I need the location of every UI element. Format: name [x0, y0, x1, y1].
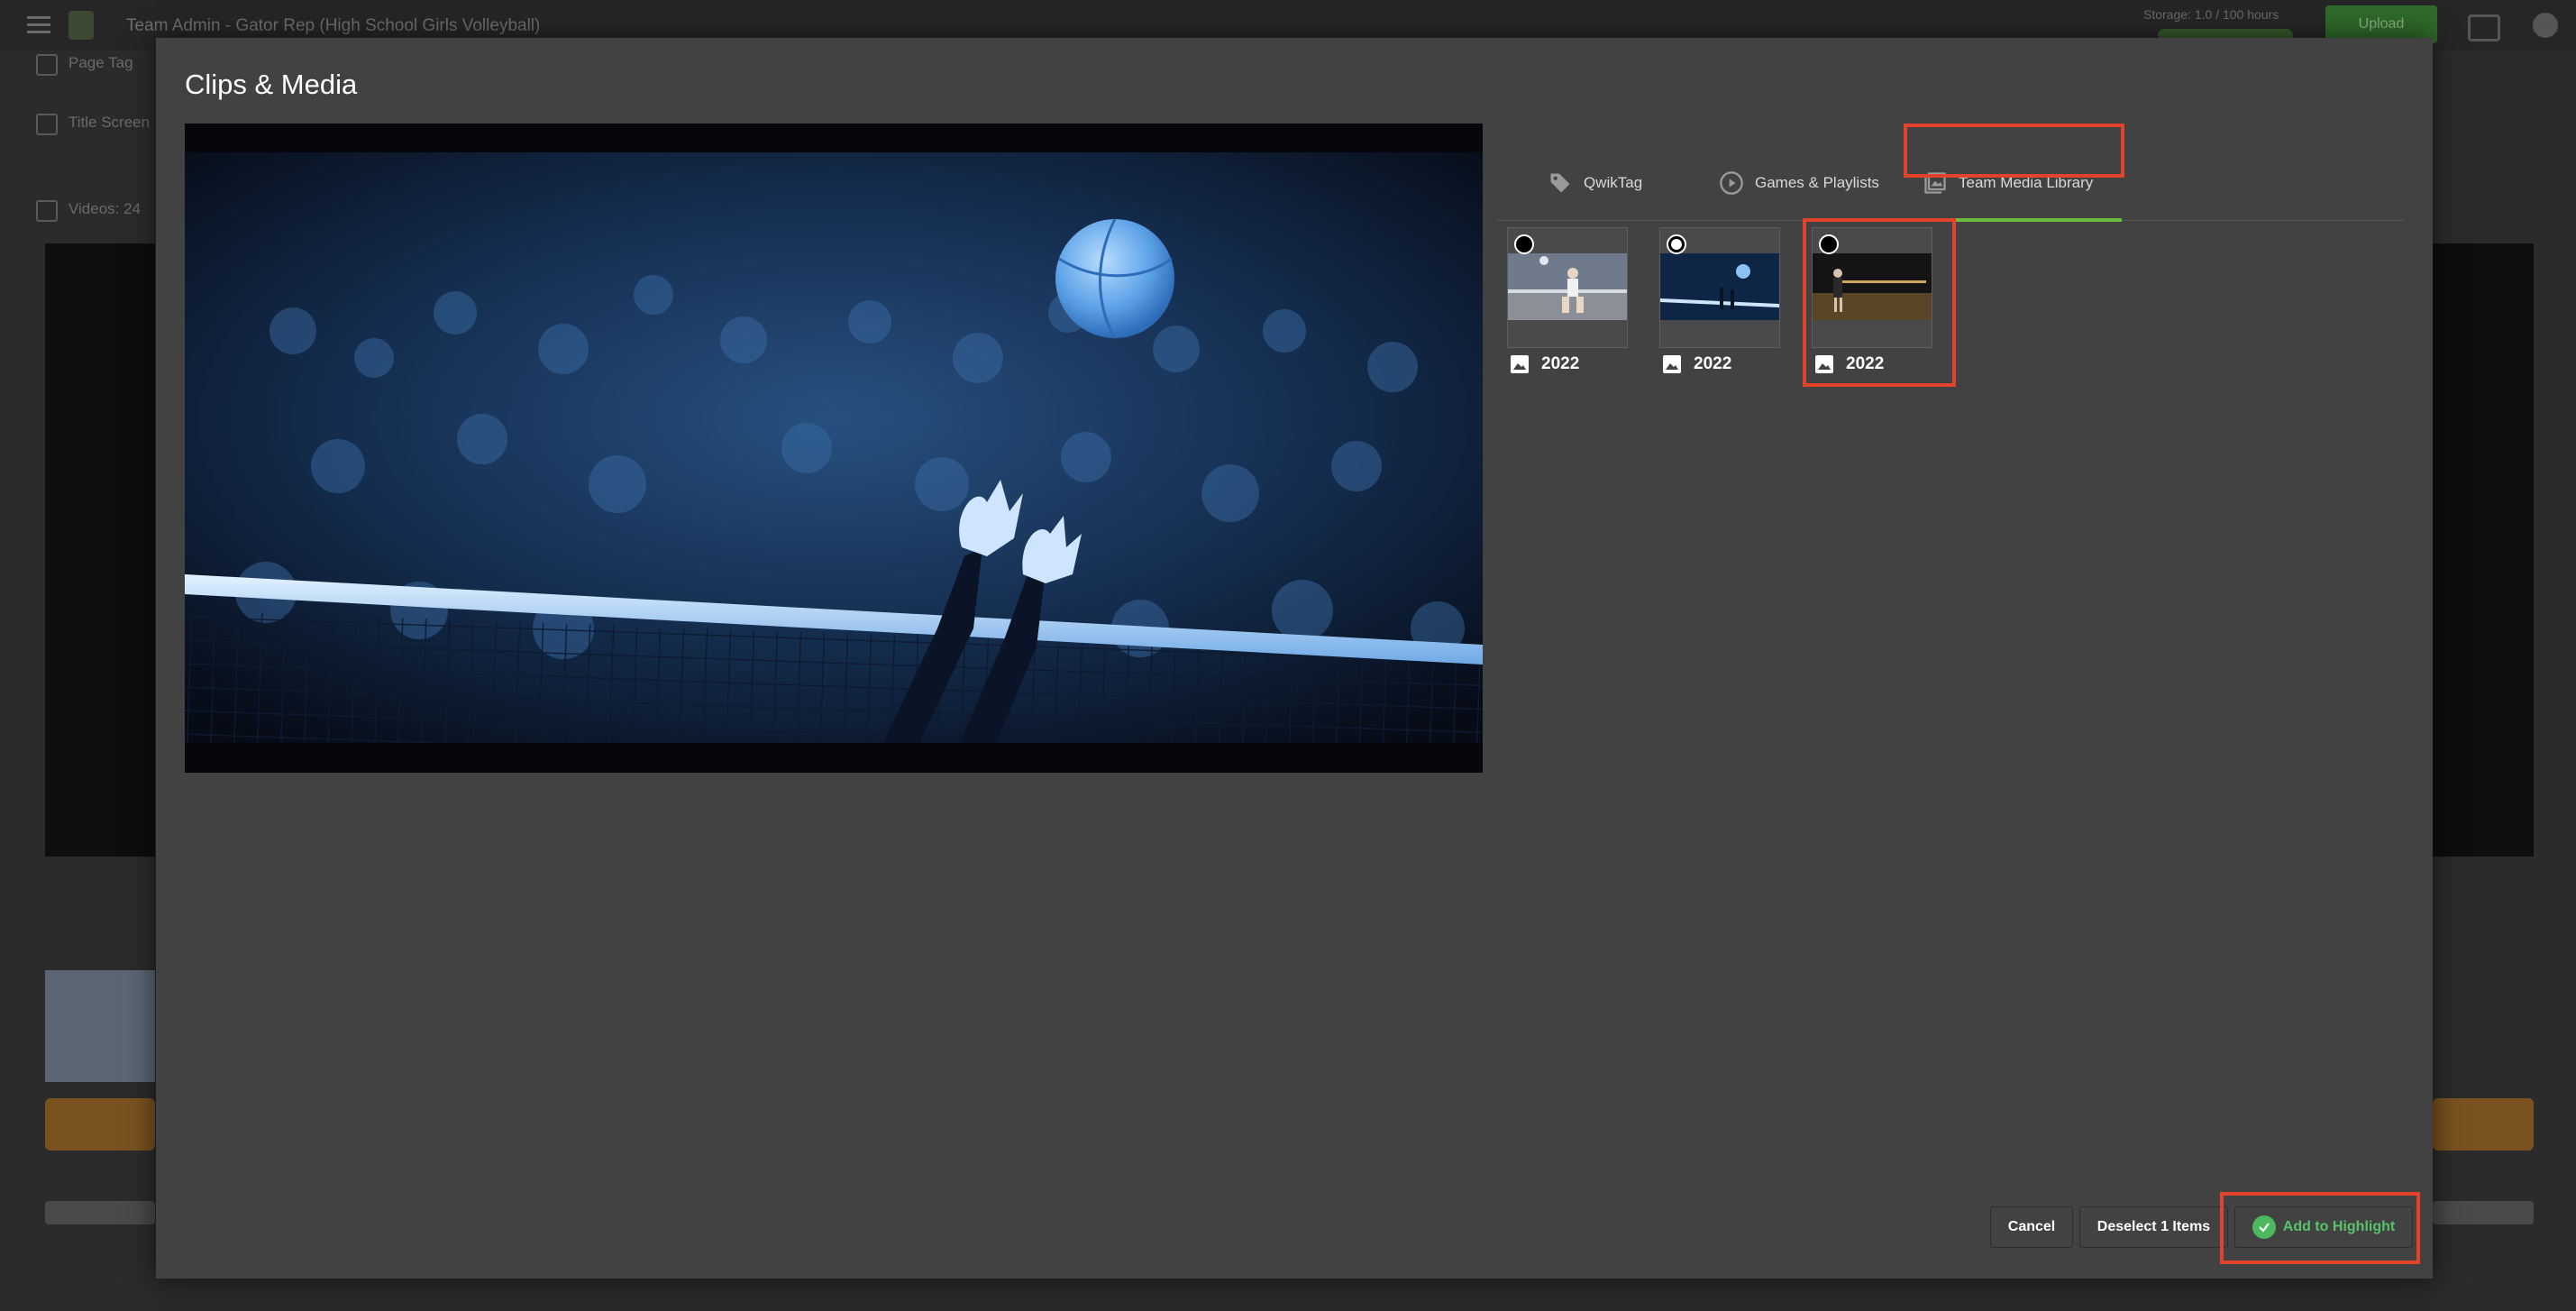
media-image — [1660, 253, 1779, 320]
app-logo — [69, 11, 94, 40]
background-video-player-right — [2433, 243, 2534, 857]
tag-icon — [1548, 170, 1573, 196]
background-row-label: Videos: 24 — [69, 200, 142, 217]
background-video-player — [45, 243, 155, 857]
media-caption-text: 2022 — [1541, 354, 1580, 373]
media-thumbnail[interactable] — [1659, 227, 1780, 348]
play-circle-icon — [1719, 170, 1744, 196]
tab-games-playlists[interactable]: Games & Playlists — [1719, 160, 1879, 206]
background-orange-button — [45, 1098, 155, 1151]
media-preview — [185, 124, 1483, 773]
background-orange-button-right — [2433, 1098, 2534, 1151]
media-image — [1813, 253, 1932, 320]
image-icon — [1815, 355, 1833, 373]
media-thumbnail[interactable] — [1812, 227, 1932, 348]
background-scrubber-right — [2433, 1201, 2534, 1224]
media-item-selected[interactable]: 2022 — [1659, 227, 1780, 377]
background-thumbnail — [45, 970, 155, 1082]
volleyball-preview-image — [185, 152, 1483, 743]
background-row-label: Page Tag — [69, 54, 133, 71]
media-thumbnail[interactable] — [1507, 227, 1628, 348]
media-item[interactable]: 2022 — [1507, 227, 1628, 377]
image-icon — [1511, 355, 1529, 373]
select-radio[interactable] — [1667, 234, 1686, 254]
square-icon — [36, 114, 58, 135]
clips-media-modal: Clips & Media QwikTag Games & Playlists … — [156, 38, 2433, 1279]
storage-text: Storage: 1.0 / 100 hours — [2143, 7, 2279, 22]
tab-label: Games & Playlists — [1755, 174, 1879, 191]
square-icon — [36, 54, 58, 76]
select-radio[interactable] — [1819, 234, 1839, 254]
media-caption: 2022 — [1507, 352, 1628, 377]
app-title: Team Admin - Gator Rep (High School Girl… — [126, 16, 541, 35]
background-scrubber — [45, 1201, 155, 1224]
modal-title: Clips & Media — [185, 69, 358, 100]
media-item[interactable]: 2022 — [1812, 227, 1932, 377]
background-row-title-screen: Title Screen — [36, 110, 153, 135]
tab-label: QwikTag — [1584, 174, 1643, 191]
highlight-box-tab — [1904, 124, 2124, 178]
tab-qwiktag[interactable]: QwikTag — [1548, 160, 1642, 206]
media-image — [1508, 253, 1627, 320]
select-radio[interactable] — [1514, 234, 1534, 254]
media-caption-text: 2022 — [1694, 354, 1732, 373]
deselect-items-button[interactable]: Deselect 1 Items — [2079, 1206, 2228, 1248]
image-icon — [1663, 355, 1681, 373]
media-caption: 2022 — [1812, 352, 1932, 377]
media-caption: 2022 — [1659, 352, 1780, 377]
media-caption-text: 2022 — [1846, 354, 1885, 373]
avatar[interactable] — [2533, 13, 2558, 38]
cancel-button[interactable]: Cancel — [1990, 1206, 2073, 1248]
highlight-box-add-button — [2220, 1192, 2420, 1264]
background-row-videos: Videos: 24 — [36, 197, 153, 222]
background-row-page-tag: Page Tag — [36, 50, 153, 76]
chat-icon[interactable] — [2468, 14, 2500, 41]
video-icon — [36, 200, 58, 222]
menu-icon[interactable] — [27, 16, 50, 34]
background-row-label: Title Screen — [69, 114, 151, 131]
